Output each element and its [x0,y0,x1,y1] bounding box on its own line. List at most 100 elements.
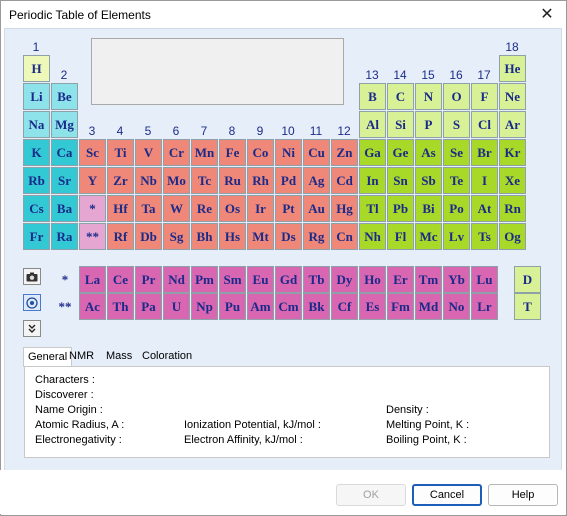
element-pu[interactable]: Pu [219,293,246,320]
element-cn[interactable]: Cn [331,223,358,250]
element-ta[interactable]: Ta [135,195,162,222]
element-cs[interactable]: Cs [23,195,50,222]
element-hs[interactable]: Hs [219,223,246,250]
element-al[interactable]: Al [359,111,386,138]
element-he[interactable]: He [499,55,526,82]
element-cf[interactable]: Cf [331,293,358,320]
element-ac[interactable]: Ac [79,293,106,320]
element-pb[interactable]: Pb [387,195,414,222]
element-tb[interactable]: Tb [303,266,330,293]
element-rh[interactable]: Rh [247,167,274,194]
element-gd[interactable]: Gd [275,266,302,293]
element-hg[interactable]: Hg [331,195,358,222]
element-b[interactable]: B [359,83,386,110]
element-tm[interactable]: Tm [415,266,442,293]
element-c[interactable]: C [387,83,414,110]
element-h[interactable]: H [23,55,50,82]
element-dy[interactable]: Dy [331,266,358,293]
element-ds[interactable]: Ds [275,223,302,250]
element-ga[interactable]: Ga [359,139,386,166]
isotope-d[interactable]: D [514,266,541,293]
element-db[interactable]: Db [135,223,162,250]
element-sm[interactable]: Sm [219,266,246,293]
element-sg[interactable]: Sg [163,223,190,250]
element-se[interactable]: Se [443,139,470,166]
element-yb[interactable]: Yb [443,266,470,293]
element-ho[interactable]: Ho [359,266,386,293]
element-cl[interactable]: Cl [471,111,498,138]
element-f[interactable]: F [471,83,498,110]
element-ca[interactable]: Ca [51,139,78,166]
element-rn[interactable]: Rn [499,195,526,222]
element-tl[interactable]: Tl [359,195,386,222]
element-te[interactable]: Te [443,167,470,194]
ok-button[interactable]: OK [336,484,406,506]
element-cr[interactable]: Cr [163,139,190,166]
element-li[interactable]: Li [23,83,50,110]
element-md[interactable]: Md [415,293,442,320]
element-es[interactable]: Es [359,293,386,320]
element-na[interactable]: Na [23,111,50,138]
element-zr[interactable]: Zr [107,167,134,194]
element-ti[interactable]: Ti [107,139,134,166]
element-lr[interactable]: Lr [471,293,498,320]
element-ce[interactable]: Ce [107,266,134,293]
element-os[interactable]: Os [219,195,246,222]
element-xe[interactable]: Xe [499,167,526,194]
element-th[interactable]: Th [107,293,134,320]
element-pa[interactable]: Pa [135,293,162,320]
element-ge[interactable]: Ge [387,139,414,166]
isotope-t[interactable]: T [514,293,541,320]
element-tc[interactable]: Tc [191,167,218,194]
tab-mass[interactable]: Mass [102,347,136,365]
element-rg[interactable]: Rg [303,223,330,250]
element-w[interactable]: W [163,195,190,222]
element-fm[interactable]: Fm [387,293,414,320]
element-si[interactable]: Si [387,111,414,138]
element-mg[interactable]: Mg [51,111,78,138]
element-ra[interactable]: Ra [51,223,78,250]
element-br[interactable]: Br [471,139,498,166]
element-i[interactable]: I [471,167,498,194]
element-y[interactable]: Y [79,167,106,194]
element-k[interactable]: K [23,139,50,166]
element-re[interactable]: Re [191,195,218,222]
chevron-double-down-icon[interactable] [23,320,41,337]
element-mn[interactable]: Mn [191,139,218,166]
cancel-button[interactable]: Cancel [412,484,482,506]
element-n[interactable]: N [415,83,442,110]
element-pt[interactable]: Pt [275,195,302,222]
element-au[interactable]: Au [303,195,330,222]
element-pr[interactable]: Pr [135,266,162,293]
element-cd[interactable]: Cd [331,167,358,194]
element-fl[interactable]: Fl [387,223,414,250]
element-mc[interactable]: Mc [415,223,442,250]
element-cm[interactable]: Cm [275,293,302,320]
element-zn[interactable]: Zn [331,139,358,166]
element-lv[interactable]: Lv [443,223,470,250]
element-am[interactable]: Am [247,293,274,320]
element-kr[interactable]: Kr [499,139,526,166]
element-la[interactable]: La [79,266,106,293]
element-pd[interactable]: Pd [275,167,302,194]
element-star[interactable]: * [79,195,106,222]
atom-icon[interactable] [23,294,41,311]
element-no[interactable]: No [443,293,470,320]
element-co[interactable]: Co [247,139,274,166]
element-po[interactable]: Po [443,195,470,222]
element-in[interactable]: In [359,167,386,194]
element-bi[interactable]: Bi [415,195,442,222]
element-lu[interactable]: Lu [471,266,498,293]
element-er[interactable]: Er [387,266,414,293]
camera-icon[interactable] [23,268,41,285]
element-ne[interactable]: Ne [499,83,526,110]
element-nd[interactable]: Nd [163,266,190,293]
element-sc[interactable]: Sc [79,139,106,166]
element-rb[interactable]: Rb [23,167,50,194]
element-og[interactable]: Og [499,223,526,250]
element-fe[interactable]: Fe [219,139,246,166]
help-button[interactable]: Help [488,484,558,506]
element-pm[interactable]: Pm [191,266,218,293]
element-mt[interactable]: Mt [247,223,274,250]
element-hf[interactable]: Hf [107,195,134,222]
